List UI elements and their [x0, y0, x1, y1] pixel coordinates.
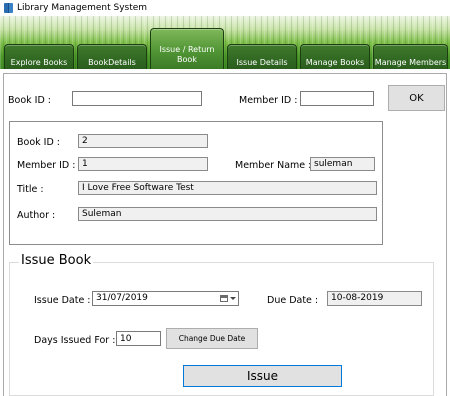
window-title: Library Management System	[17, 3, 148, 13]
days-issued-label: Days Issued For :	[34, 335, 116, 346]
details-member-name-field: suleman	[310, 157, 375, 171]
search-member-id-label: Member ID :	[239, 95, 298, 106]
details-title-label: Title :	[17, 184, 44, 195]
details-member-id-field: 1	[78, 157, 208, 171]
issue-button[interactable]: Issue	[183, 365, 342, 387]
panel-frame-right	[446, 73, 447, 396]
details-member-id-label: Member ID :	[17, 160, 76, 171]
details-book-id-label: Book ID :	[17, 137, 61, 148]
panel-frame	[3, 73, 447, 74]
calendar-icon[interactable]	[220, 295, 228, 302]
chevron-down-icon[interactable]	[230, 297, 236, 300]
details-author-label: Author :	[17, 210, 56, 221]
change-due-date-button[interactable]: Change Due Date	[166, 328, 258, 349]
issue-date-picker[interactable]: 31/07/2019	[92, 291, 239, 306]
panel-frame-left	[3, 73, 4, 396]
due-date-field: 10-08-2019	[327, 291, 422, 306]
search-member-id-input[interactable]	[300, 91, 374, 106]
tab-strip: Explore Books BookDetails Issue / Return…	[0, 16, 450, 80]
details-title-field: I Love Free Software Test	[78, 181, 377, 195]
issue-return-panel: Book ID : Member ID : OK Book ID : 2 Mem…	[0, 69, 450, 396]
ok-button[interactable]: OK	[388, 85, 445, 111]
details-author-field: Suleman	[78, 207, 377, 221]
search-book-id-label: Book ID :	[8, 95, 52, 106]
issue-date-label: Issue Date :	[34, 295, 91, 306]
issue-book-group-title: Issue Book	[19, 253, 94, 268]
details-book-id-field: 2	[78, 134, 208, 148]
details-member-name-label: Member Name :	[235, 160, 312, 171]
days-issued-input[interactable]	[116, 331, 161, 346]
issue-date-value: 31/07/2019	[96, 293, 148, 303]
due-date-label: Due Date :	[267, 295, 319, 306]
search-book-id-input[interactable]	[72, 91, 202, 106]
book-icon	[4, 3, 13, 13]
title-bar: Library Management System	[0, 0, 450, 16]
